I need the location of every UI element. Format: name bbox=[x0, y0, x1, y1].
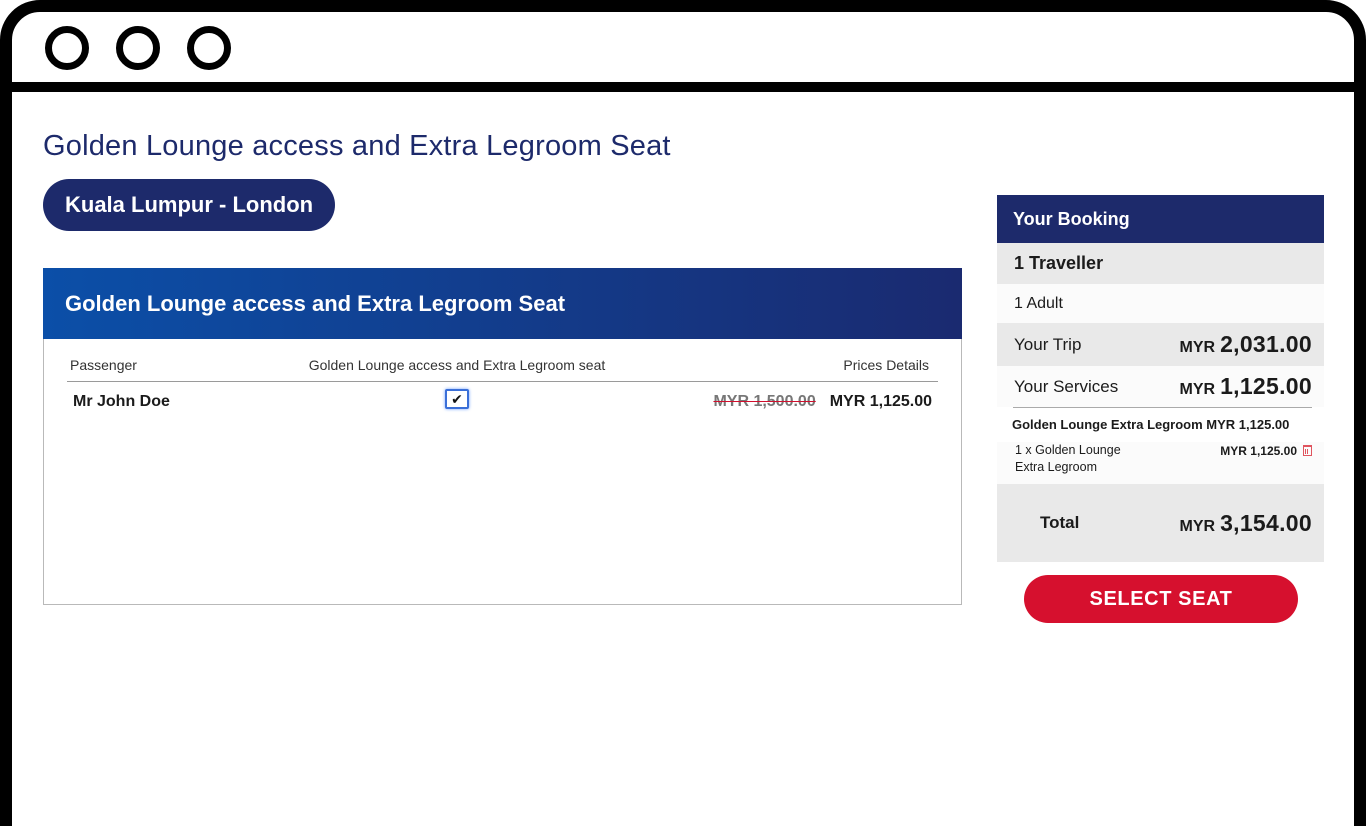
service-summary-title: Golden Lounge Extra Legroom MYR 1,125.00 bbox=[997, 408, 1324, 442]
total-currency: MYR bbox=[1179, 517, 1216, 535]
services-label: Your Services bbox=[1014, 376, 1119, 396]
service-card: Golden Lounge access and Extra Legroom S… bbox=[43, 268, 962, 605]
total-price: MYR 3,154.00 bbox=[1180, 510, 1313, 537]
window-control-circle-icon[interactable] bbox=[187, 26, 231, 70]
price-cell: MYR 1,500.00 MYR 1,125.00 bbox=[657, 393, 938, 411]
window-control-circle-icon[interactable] bbox=[45, 26, 89, 70]
services-price: MYR 1,125.00 bbox=[1180, 373, 1313, 400]
checkmark-icon: ✔ bbox=[451, 391, 463, 407]
discounted-price: MYR 1,125.00 bbox=[829, 393, 932, 410]
window-control-circle-icon[interactable] bbox=[116, 26, 160, 70]
service-card-header: Golden Lounge access and Extra Legroom S… bbox=[43, 268, 962, 339]
column-header-passenger: Passenger bbox=[70, 357, 137, 373]
service-line-item: 1 x Golden Lounge Extra Legroom MYR 1,12… bbox=[997, 442, 1324, 484]
trip-amount: 2,031.00 bbox=[1220, 331, 1312, 357]
service-item-label: 1 x Golden Lounge Extra Legroom bbox=[1015, 443, 1121, 474]
total-row: Total MYR 3,154.00 bbox=[997, 484, 1324, 562]
trip-row: Your Trip MYR 2,031.00 bbox=[997, 323, 1324, 366]
total-label: Total bbox=[1040, 513, 1080, 532]
trip-label: Your Trip bbox=[1014, 334, 1082, 354]
window-titlebar bbox=[12, 12, 1354, 92]
service-cell: ✔ bbox=[257, 389, 657, 409]
services-row: Your Services MYR 1,125.00 bbox=[997, 366, 1324, 407]
service-checkbox[interactable]: ✔ bbox=[445, 389, 469, 409]
column-header-service: Golden Lounge access and Extra Legroom s… bbox=[308, 357, 606, 373]
trash-icon[interactable] bbox=[1303, 445, 1312, 456]
route-badge: Kuala Lumpur - London bbox=[43, 179, 336, 231]
column-header-price: Prices Details bbox=[843, 357, 929, 373]
table-header-row: Passenger Golden Lounge access and Extra… bbox=[67, 349, 938, 382]
passenger-table: Passenger Golden Lounge access and Extra… bbox=[67, 349, 938, 422]
select-seat-button[interactable]: SELECT SEAT bbox=[1024, 575, 1298, 623]
trip-currency: MYR bbox=[1179, 339, 1216, 356]
adult-count: 1 Adult bbox=[997, 284, 1324, 323]
booking-header: Your Booking bbox=[997, 195, 1324, 243]
booking-summary: Your Booking 1 Traveller 1 Adult Your Tr… bbox=[997, 195, 1324, 562]
original-price: MYR 1,500.00 bbox=[713, 393, 816, 410]
traveller-count: 1 Traveller bbox=[997, 243, 1324, 284]
passenger-name: Mr John Doe bbox=[73, 393, 170, 410]
total-amount: 3,154.00 bbox=[1220, 509, 1312, 536]
trip-price: MYR 2,031.00 bbox=[1180, 331, 1313, 358]
table-row: Mr John Doe ✔ MYR 1,500.00 MYR 1,125.00 bbox=[67, 382, 938, 422]
page-title: Golden Lounge access and Extra Legroom S… bbox=[43, 130, 671, 162]
service-item-price: MYR 1,125.00 bbox=[1220, 444, 1297, 458]
services-currency: MYR bbox=[1179, 381, 1216, 398]
service-item-price-group: MYR 1,125.00 bbox=[1220, 442, 1312, 478]
services-amount: 1,125.00 bbox=[1220, 373, 1312, 399]
